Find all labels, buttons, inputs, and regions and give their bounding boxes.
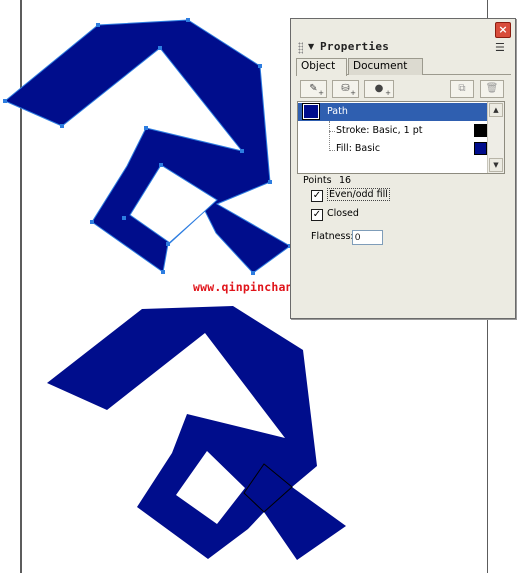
tab-document[interactable]: Document [348, 58, 423, 75]
pencil-icon: ✎ [309, 83, 318, 94]
attribute-scrollbar[interactable]: ▲ ▼ [487, 102, 504, 173]
close-icon[interactable]: × [495, 22, 511, 38]
stroke-color-swatch[interactable] [474, 124, 487, 137]
properties-panel: × ▼ Properties ☰ Object Document ✎ + ⛁ + ●… [290, 18, 516, 319]
points-label: Points [303, 175, 332, 186]
stroke-label: Stroke: Basic, 1 pt [336, 125, 423, 136]
closed-checkbox[interactable]: ✓ [311, 209, 323, 221]
even-odd-fill-label[interactable]: Even/odd fill [327, 188, 390, 201]
add-effect-button[interactable]: ● + [364, 80, 394, 98]
path-color-swatch [302, 103, 320, 120]
tab-object[interactable]: Object [296, 58, 347, 76]
plus-icon: + [318, 89, 324, 97]
delete-attribute-button[interactable]: 🗑 [480, 80, 504, 98]
attribute-fill[interactable]: Fill: Basic [298, 140, 488, 158]
attribute-toolbar: ✎ + ⛁ + ● + ⧉ 🗑 [300, 80, 509, 98]
add-fill-button[interactable]: ⛁ + [332, 80, 359, 98]
even-odd-fill-checkbox[interactable]: ✓ [311, 190, 323, 202]
options-menu-icon[interactable]: ☰ [495, 42, 509, 54]
add-stroke-button[interactable]: ✎ + [300, 80, 327, 98]
path-label: Path [327, 106, 348, 117]
grip-icon[interactable] [298, 42, 303, 54]
flatness-label: Flatness: [311, 231, 354, 242]
closed-label[interactable]: Closed [327, 208, 359, 219]
points-value: 16 [339, 175, 352, 186]
preview-path-bottom [47, 306, 346, 560]
panel-title: Properties [320, 40, 390, 53]
flatness-input[interactable]: 0 [352, 230, 383, 245]
fill-color-swatch[interactable] [474, 142, 487, 155]
panel-titlebar[interactable]: ▼ Properties ☰ [293, 40, 513, 56]
duplicate-attribute-button[interactable]: ⧉ [450, 80, 474, 98]
attribute-list: Path Stroke: Basic, 1 pt Fill: Basic ▲ ▼ [297, 101, 505, 174]
plus-icon: + [350, 89, 356, 97]
scroll-up-arrow-icon[interactable]: ▲ [489, 103, 503, 117]
attribute-path[interactable]: Path [298, 103, 488, 121]
duplicate-icon: ⧉ [458, 83, 466, 94]
selected-path-top[interactable] [4, 19, 291, 274]
paint-bucket-icon: ⛁ [341, 83, 350, 94]
collapse-arrow-icon[interactable]: ▼ [308, 42, 314, 51]
fill-label: Fill: Basic [336, 143, 381, 154]
effect-sphere-icon: ● [374, 83, 384, 94]
attribute-stroke[interactable]: Stroke: Basic, 1 pt [298, 122, 488, 140]
panel-tabs: Object Document [296, 58, 511, 76]
trash-icon: 🗑 [485, 83, 499, 94]
scroll-down-arrow-icon[interactable]: ▼ [489, 158, 503, 172]
plus-icon: + [385, 89, 391, 97]
